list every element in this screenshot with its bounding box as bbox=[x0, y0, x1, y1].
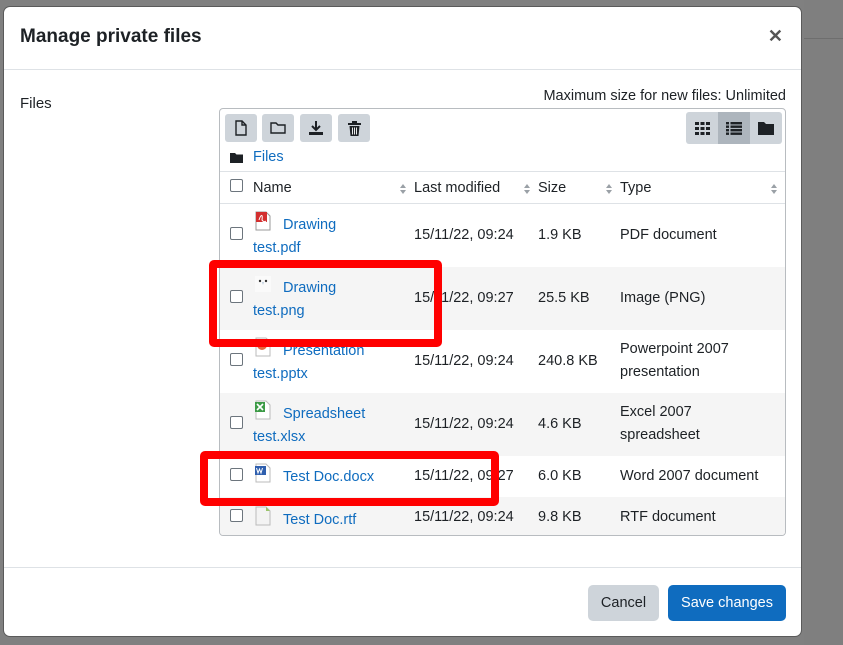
delete-icon bbox=[347, 120, 361, 136]
folder-icon bbox=[230, 152, 243, 163]
modified-cell: 15/11/22, 09:24 bbox=[414, 392, 538, 456]
size-cell: 4.6 KB bbox=[538, 392, 620, 456]
type-line1: Powerpoint 2007 bbox=[620, 341, 729, 357]
file-name-line1[interactable]: Test Doc.rtf bbox=[283, 512, 356, 528]
list-view-icon bbox=[726, 121, 742, 135]
sort-icon bbox=[524, 184, 530, 194]
type-line1: RTF document bbox=[620, 508, 716, 525]
select-all-checkbox[interactable] bbox=[230, 179, 243, 192]
dialog-title: Manage private files bbox=[20, 26, 202, 47]
download-icon bbox=[309, 121, 323, 135]
column-header-name-label: Name bbox=[253, 179, 292, 196]
file-name-cell[interactable]: Drawing test.pdf bbox=[253, 204, 414, 267]
grid-view-button[interactable] bbox=[686, 112, 718, 144]
type-line1: Excel 2007 bbox=[620, 404, 692, 420]
column-header-modified-label: Last modified bbox=[414, 179, 501, 196]
type-line1: Word 2007 document bbox=[620, 468, 759, 484]
column-header-type[interactable]: Type bbox=[620, 171, 785, 204]
cancel-button[interactable]: Cancel bbox=[588, 585, 659, 621]
type-line2: presentation bbox=[620, 364, 700, 380]
rtf-file-icon bbox=[255, 506, 271, 525]
download-button[interactable] bbox=[300, 114, 332, 142]
table-row[interactable]: Spreadsheet test.xlsx 15/11/22, 09:24 4.6… bbox=[220, 392, 785, 456]
row-select-cell bbox=[220, 392, 253, 456]
row-checkbox[interactable] bbox=[230, 415, 243, 429]
column-header-size[interactable]: Size bbox=[538, 171, 620, 204]
file-name-line2[interactable]: test.xlsx bbox=[253, 429, 305, 445]
size-cell: 9.8 KB bbox=[538, 496, 620, 535]
folder-tree-view-button[interactable] bbox=[750, 112, 782, 144]
delete-button[interactable] bbox=[338, 114, 370, 142]
file-name-line2[interactable]: test.pdf bbox=[253, 240, 301, 256]
view-switcher bbox=[686, 112, 782, 144]
create-folder-icon bbox=[270, 122, 286, 134]
excel-file-icon bbox=[255, 400, 271, 419]
type-cell: Powerpoint 2007 presentation bbox=[620, 330, 785, 393]
size-cell: 25.5 KB bbox=[538, 266, 620, 330]
folder-tree-icon bbox=[758, 122, 774, 135]
column-header-type-label: Type bbox=[620, 179, 652, 196]
save-changes-button[interactable]: Save changes bbox=[668, 585, 786, 621]
sort-icon bbox=[771, 184, 777, 194]
file-name-line1[interactable]: Spreadsheet bbox=[283, 406, 365, 422]
type-cell: RTF document bbox=[620, 496, 785, 535]
row-checkbox[interactable] bbox=[230, 352, 243, 366]
highlight-box-png bbox=[209, 260, 442, 347]
type-cell: Excel 2007 spreadsheet bbox=[620, 392, 785, 456]
add-file-icon bbox=[235, 120, 247, 136]
size-cell: 240.8 KB bbox=[538, 353, 598, 369]
type-line2: spreadsheet bbox=[620, 427, 700, 443]
select-all-cell bbox=[220, 171, 253, 204]
row-checkbox[interactable] bbox=[230, 226, 243, 240]
table-row[interactable]: Drawing test.pdf 15/11/22, 09:24 1.9 KB P… bbox=[220, 204, 785, 267]
close-icon[interactable]: ✕ bbox=[768, 26, 783, 47]
create-folder-button[interactable] bbox=[262, 114, 294, 142]
column-header-name[interactable]: Name bbox=[253, 171, 414, 204]
sort-icon bbox=[606, 184, 612, 194]
sort-icon bbox=[400, 184, 406, 194]
list-view-button[interactable] bbox=[718, 112, 750, 144]
highlight-box-docx bbox=[200, 451, 499, 506]
column-header-modified[interactable]: Last modified bbox=[414, 171, 538, 204]
type-cell: PDF document bbox=[620, 204, 785, 267]
type-cell: Image (PNG) bbox=[620, 266, 785, 330]
background-divider bbox=[804, 38, 843, 39]
breadcrumb: Files bbox=[230, 149, 284, 165]
pdf-file-icon bbox=[255, 211, 271, 231]
add-file-button[interactable] bbox=[225, 114, 257, 142]
file-name-cell[interactable]: Spreadsheet test.xlsx bbox=[253, 392, 414, 456]
type-line1: Image (PNG) bbox=[620, 290, 706, 306]
column-header-size-label: Size bbox=[538, 179, 567, 196]
row-select-cell bbox=[220, 204, 253, 267]
dialog-header: Manage private files ✕ bbox=[4, 7, 801, 70]
size-cell: 1.9 KB bbox=[538, 227, 582, 244]
file-name-line2[interactable]: test.pptx bbox=[253, 366, 308, 382]
max-size-info: Maximum size for new files: Unlimited bbox=[543, 88, 786, 104]
breadcrumb-files-link[interactable]: Files bbox=[253, 149, 284, 165]
row-checkbox[interactable] bbox=[230, 508, 243, 522]
type-line1: PDF document bbox=[620, 227, 717, 244]
type-cell: Word 2007 document bbox=[620, 456, 785, 497]
files-field-label: Files bbox=[20, 95, 52, 112]
table-header-row: Name Last modified Size Type bbox=[220, 171, 785, 204]
size-cell: 6.0 KB bbox=[538, 468, 582, 484]
modified-cell: 15/11/22, 09:24 bbox=[414, 227, 514, 244]
background-page bbox=[804, 0, 843, 645]
grid-view-icon bbox=[694, 121, 710, 135]
file-name-line1[interactable]: Drawing bbox=[283, 217, 336, 233]
dialog-footer: Cancel Save changes bbox=[4, 567, 801, 636]
